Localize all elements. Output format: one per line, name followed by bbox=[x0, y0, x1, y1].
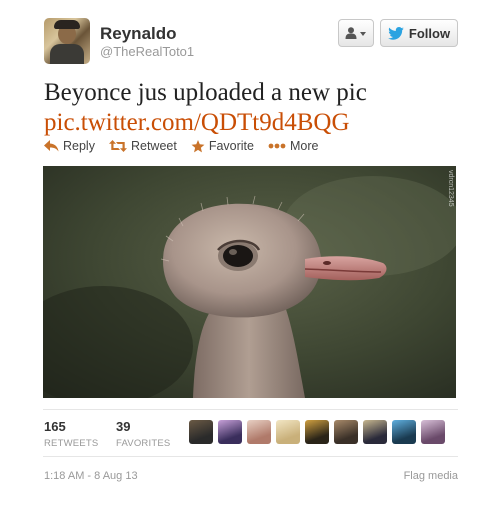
favoriter-avatar[interactable] bbox=[363, 420, 387, 444]
favorites-label: FAVORITES bbox=[116, 438, 171, 449]
divider bbox=[43, 456, 458, 457]
tweet-actions: Reply Retweet Favorite More bbox=[44, 139, 332, 153]
reply-label: Reply bbox=[63, 139, 95, 153]
favorite-label: Favorite bbox=[208, 139, 254, 153]
tweet-text: Beyonce jus uploaded a new pic bbox=[44, 79, 367, 106]
favoriter-avatar[interactable] bbox=[247, 420, 271, 444]
user-name[interactable]: Reynaldo bbox=[100, 24, 177, 44]
retweets-label: RETWEETS bbox=[44, 438, 99, 449]
reply-icon bbox=[44, 140, 59, 152]
retweet-action[interactable]: Retweet bbox=[108, 139, 177, 153]
more-action[interactable]: More bbox=[268, 139, 318, 153]
star-icon bbox=[191, 139, 205, 152]
follow-label: Follow bbox=[408, 25, 451, 41]
favoriter-avatar[interactable] bbox=[334, 420, 358, 444]
avatar[interactable] bbox=[44, 18, 90, 64]
favoriter-avatar[interactable] bbox=[305, 420, 329, 444]
flag-media-link[interactable]: Flag media bbox=[404, 470, 458, 482]
favoriter-avatar[interactable] bbox=[421, 420, 445, 444]
tweet-media-link[interactable]: pic.twitter.com/QDTt9d4BQG bbox=[44, 108, 350, 138]
favoriter-avatar[interactable] bbox=[276, 420, 300, 444]
tweet-timestamp[interactable]: 1:18 AM - 8 Aug 13 bbox=[44, 470, 138, 482]
ellipsis-icon bbox=[268, 143, 286, 149]
favorites-stat[interactable]: 39 FAVORITES bbox=[116, 419, 170, 449]
more-label: More bbox=[289, 139, 319, 153]
favorite-action[interactable]: Favorite bbox=[191, 139, 254, 153]
twitter-bird-icon bbox=[388, 26, 404, 40]
favoriters-avatars bbox=[189, 420, 445, 444]
tweet-media-photo[interactable]: vdrcn12345 bbox=[43, 166, 456, 398]
retweet-icon bbox=[108, 140, 127, 152]
retweets-stat[interactable]: 165 RETWEETS bbox=[44, 419, 98, 449]
ostrich-photo bbox=[43, 166, 456, 398]
favoriter-avatar[interactable] bbox=[189, 420, 213, 444]
media-watermark: vdrcn12345 bbox=[447, 170, 454, 207]
favoriter-avatar[interactable] bbox=[218, 420, 242, 444]
favoriter-avatar[interactable] bbox=[392, 420, 416, 444]
divider bbox=[43, 409, 458, 410]
user-handle[interactable]: @TheRealToto1 bbox=[100, 44, 194, 59]
retweets-count: 165 bbox=[44, 419, 66, 434]
follow-button[interactable]: Follow bbox=[380, 19, 458, 47]
retweet-label: Retweet bbox=[130, 139, 177, 153]
user-actions-button[interactable] bbox=[338, 19, 374, 47]
user-icon bbox=[345, 27, 366, 39]
favorites-count: 39 bbox=[116, 419, 131, 434]
reply-action[interactable]: Reply bbox=[44, 139, 95, 153]
